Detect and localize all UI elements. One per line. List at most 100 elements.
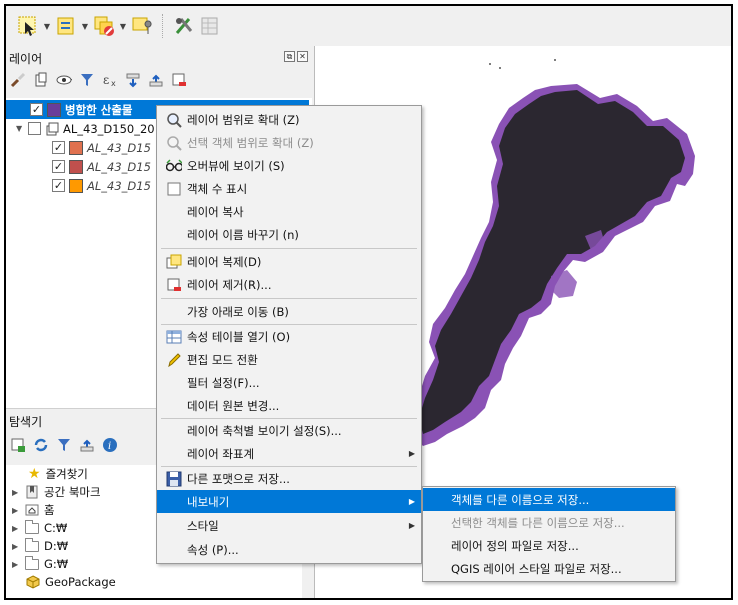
browser-item-favorites[interactable]: ★ 즐겨찾기 xyxy=(28,465,88,483)
chevron-right-icon[interactable]: ▶ xyxy=(12,506,20,515)
toolbar-separator xyxy=(162,14,170,38)
layer-visibility-checkbox[interactable]: ✓ xyxy=(52,179,65,192)
filter-expression-icon[interactable]: εx xyxy=(102,72,118,88)
add-selected-layers-icon[interactable] xyxy=(10,437,26,453)
chevron-down-icon[interactable]: ▼ xyxy=(80,14,90,38)
folder-icon xyxy=(25,537,39,552)
menu-item-show-in-overview[interactable]: 오버뷰에 보이기 (S) xyxy=(157,154,421,177)
selection-toolbar: ▼ ▼ ▼ xyxy=(6,6,731,46)
layer-row-child[interactable]: ✓ AL_43_D15 xyxy=(52,176,151,195)
chevron-right-icon: ▶ xyxy=(408,521,415,530)
layer-visibility-checkbox[interactable]: ✓ xyxy=(52,160,65,173)
chevron-right-icon: ▶ xyxy=(408,497,415,506)
menu-item-rename-layer[interactable]: 레이어 이름 바꾸기 (n) xyxy=(157,223,421,246)
close-icon[interactable]: ✕ xyxy=(297,51,308,62)
add-group-icon[interactable] xyxy=(33,72,49,88)
layer-color-swatch xyxy=(69,178,83,193)
folder-icon xyxy=(25,519,39,534)
field-calculator-icon[interactable] xyxy=(172,14,196,38)
menu-item-zoom-to-layer[interactable]: 레이어 범위로 확대 (Z) xyxy=(157,108,421,131)
filter-icon[interactable] xyxy=(56,437,72,453)
info-icon[interactable]: i xyxy=(102,437,118,453)
style-brush-icon[interactable] xyxy=(10,72,26,88)
layer-color-swatch xyxy=(69,159,83,174)
browser-item-label: 즐겨찾기 xyxy=(45,467,88,481)
browser-panel-title: 탐색기 xyxy=(9,415,43,429)
menu-item-copy-layer[interactable]: 레이어 복사 xyxy=(157,200,421,223)
menu-item-show-feature-count[interactable]: 객체 수 표시 xyxy=(157,177,421,200)
table-icon xyxy=(166,329,182,345)
layer-visibility-checkbox[interactable]: ✓ xyxy=(30,103,43,116)
menu-item-zoom-to-selection[interactable]: 선택 객체 범위로 확대 (Z) xyxy=(157,131,421,154)
overview-glasses-icon xyxy=(166,158,182,174)
attribute-table-icon[interactable] xyxy=(198,14,222,38)
browser-item-label: G:₩ xyxy=(44,557,69,571)
menu-item-duplicate-layer[interactable]: 레이어 복제(D) xyxy=(157,250,421,273)
menu-item-open-attribute-table[interactable]: 속성 테이블 열기 (O) xyxy=(157,325,421,348)
chevron-right-icon[interactable]: ▶ xyxy=(12,560,20,569)
menu-item-properties[interactable]: 속성 (P)... xyxy=(157,538,421,561)
chevron-right-icon: ▶ xyxy=(408,449,415,458)
collapse-all-icon[interactable] xyxy=(148,72,164,88)
visibility-eye-icon[interactable] xyxy=(56,72,72,88)
browser-item-bookmarks[interactable]: ▶ 공간 북마크 xyxy=(12,483,101,501)
filter-icon[interactable] xyxy=(79,72,95,88)
duplicate-icon xyxy=(166,254,182,270)
select-location-icon[interactable] xyxy=(130,14,154,38)
home-icon xyxy=(25,504,39,516)
refresh-icon[interactable] xyxy=(33,437,49,453)
menu-separator xyxy=(161,248,417,249)
menu-item-filter[interactable]: 필터 설정(F)... xyxy=(157,371,421,394)
browser-item-label: GeoPackage xyxy=(45,575,116,589)
layer-row-child[interactable]: ✓ AL_43_D15 xyxy=(52,157,151,176)
layer-row-group[interactable]: ▼ AL_43_D150_20 xyxy=(16,119,155,138)
chevron-down-icon[interactable]: ▼ xyxy=(42,14,52,38)
browser-item-drive-g[interactable]: ▶ G:₩ xyxy=(12,555,68,573)
chevron-down-icon[interactable]: ▼ xyxy=(16,124,24,133)
select-features-icon[interactable] xyxy=(16,14,40,38)
submenu-item-save-style-file[interactable]: QGIS 레이어 스타일 파일로 저장... xyxy=(423,557,675,580)
pencil-icon xyxy=(166,352,182,368)
submenu-item-save-layer-definition[interactable]: 레이어 정의 파일로 저장... xyxy=(423,534,675,557)
layer-context-menu: 레이어 범위로 확대 (Z) 선택 객체 범위로 확대 (Z) 오버뷰에 보이기… xyxy=(156,105,422,564)
layer-visibility-checkbox[interactable]: ✓ xyxy=(52,141,65,154)
layer-color-swatch xyxy=(69,140,83,155)
layer-row-child[interactable]: ✓ AL_43_D15 xyxy=(52,138,151,157)
save-icon xyxy=(166,471,182,487)
chevron-right-icon[interactable]: ▶ xyxy=(12,488,20,497)
svg-text:ε: ε xyxy=(103,73,109,87)
submenu-item-save-selected-as[interactable]: 선택한 객체를 다른 이름으로 저장... xyxy=(423,511,675,534)
expand-all-icon[interactable] xyxy=(125,72,141,88)
browser-item-geopackage[interactable]: GeoPackage xyxy=(26,573,116,591)
menu-item-remove-layer[interactable]: 레이어 제거(R)... xyxy=(157,273,421,296)
float-panel-icon[interactable]: ⧉ xyxy=(284,51,295,62)
submenu-item-save-features-as[interactable]: 객체를 다른 이름으로 저장... xyxy=(423,488,675,511)
remove-layer-icon[interactable] xyxy=(171,72,187,88)
collapse-all-icon[interactable] xyxy=(79,437,95,453)
select-by-value-icon[interactable] xyxy=(54,14,78,38)
menu-item-scale-visibility[interactable]: 레이어 축척별 보이기 설정(S)... xyxy=(157,419,421,442)
menu-item-change-data-source[interactable]: 데이터 원본 변경... xyxy=(157,394,421,417)
chevron-right-icon[interactable]: ▶ xyxy=(12,524,20,533)
menu-item-move-to-bottom[interactable]: 가장 아래로 이동 (B) xyxy=(157,300,421,323)
menu-item-toggle-editing[interactable]: 편집 모드 전환 xyxy=(157,348,421,371)
menu-item-style[interactable]: 스타일 ▶ xyxy=(157,514,421,537)
browser-item-drive-d[interactable]: ▶ D:₩ xyxy=(12,537,68,555)
browser-item-drive-c[interactable]: ▶ C:₩ xyxy=(12,519,67,537)
layers-panel-title: 레이어 xyxy=(9,52,43,66)
browser-item-home[interactable]: ▶ 홈 xyxy=(12,501,55,519)
menu-separator xyxy=(161,298,417,299)
chevron-right-icon[interactable]: ▶ xyxy=(12,542,20,551)
layer-name: AL_43_D15 xyxy=(87,140,151,155)
menu-item-export[interactable]: 내보내기 ▶ xyxy=(157,490,421,513)
zoom-layer-icon xyxy=(166,112,182,128)
checkbox-icon xyxy=(166,181,182,197)
deselect-icon[interactable] xyxy=(92,14,116,38)
menu-item-layer-crs[interactable]: 레이어 좌표계 ▶ xyxy=(157,442,421,465)
svg-text:i: i xyxy=(108,441,111,452)
chevron-down-icon[interactable]: ▼ xyxy=(118,14,128,38)
menu-item-save-as[interactable]: 다른 포맷으로 저장... xyxy=(157,467,421,490)
layer-visibility-checkbox[interactable] xyxy=(28,122,41,135)
layer-row-merged[interactable]: ✓ 병합한 산출물 xyxy=(30,100,132,119)
remove-layer-icon xyxy=(166,277,182,293)
